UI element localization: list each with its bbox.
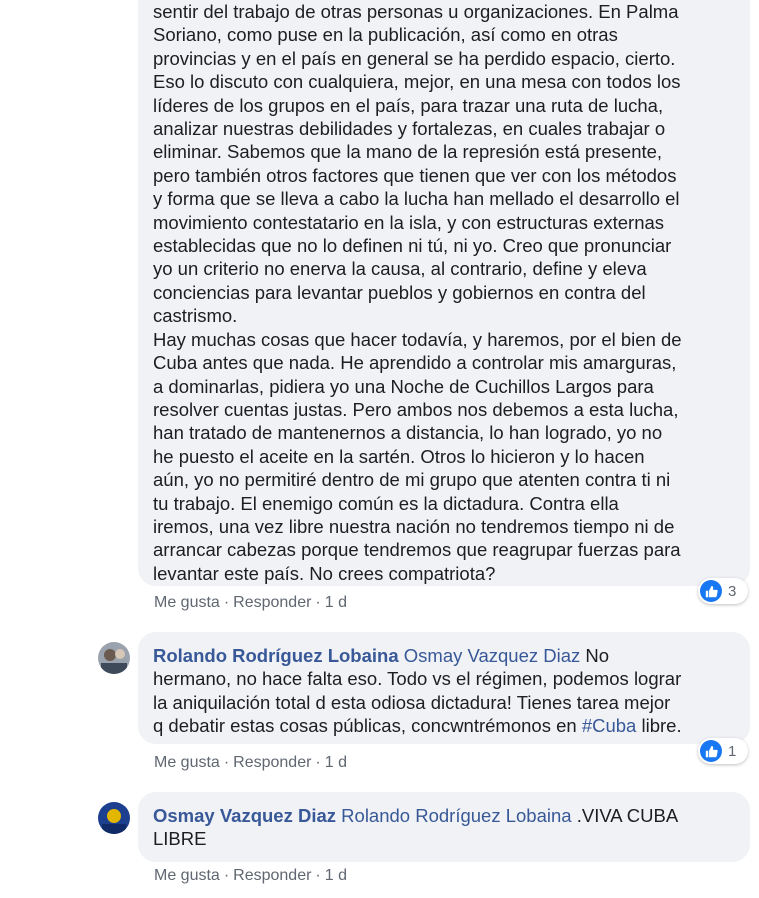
reply-link[interactable]: Responder xyxy=(233,594,311,611)
comment-author[interactable]: Osmay Vazquez Diaz xyxy=(153,805,336,826)
like-link[interactable]: Me gusta xyxy=(154,754,220,771)
separator: · xyxy=(315,867,321,884)
separator: · xyxy=(223,754,230,771)
timestamp[interactable]: 1 d xyxy=(325,754,347,771)
like-link[interactable]: Me gusta xyxy=(154,867,220,884)
comment-bubble: Osmay Vazquez Diaz Rolando Rodríguez Lob… xyxy=(138,792,750,862)
reaction-count: 3 xyxy=(728,582,737,600)
comment-bubble: Rolando Rodríguez Lobaina Osmay Vazquez … xyxy=(138,632,750,744)
separator: · xyxy=(315,594,321,611)
comment-text-end: libre. xyxy=(636,715,682,737)
user-avatar[interactable] xyxy=(98,802,130,834)
reaction-count: 1 xyxy=(728,742,737,760)
timestamp[interactable]: 1 d xyxy=(325,867,347,884)
reply-link[interactable]: Responder xyxy=(233,867,311,884)
separator: · xyxy=(223,594,230,611)
comment-actions: Me gusta · Responder · 1 d xyxy=(154,594,347,612)
thumbs-up-icon xyxy=(700,740,722,762)
timestamp[interactable]: 1 d xyxy=(325,594,347,611)
comment-text: sentir del trabajo de otras personas u o… xyxy=(153,1,682,584)
reaction-count-badge[interactable]: 3 xyxy=(698,578,748,604)
mention-link[interactable]: Rolando Rodríguez Lobaina xyxy=(341,805,571,826)
comment-actions: Me gusta · Responder · 1 d xyxy=(154,867,347,885)
comment-bubble: sentir del trabajo de otras personas u o… xyxy=(138,0,750,586)
reaction-count-badge[interactable]: 1 xyxy=(698,738,748,764)
comment-author[interactable]: Rolando Rodríguez Lobaina xyxy=(153,645,399,666)
hashtag-link[interactable]: #Cuba xyxy=(582,715,637,736)
user-avatar[interactable] xyxy=(98,642,130,674)
mention-link[interactable]: Osmay Vazquez Diaz xyxy=(404,645,581,666)
like-link[interactable]: Me gusta xyxy=(154,594,220,611)
thumbs-up-icon xyxy=(700,580,722,602)
separator: · xyxy=(223,867,230,884)
reply-link[interactable]: Responder xyxy=(233,754,311,771)
separator: · xyxy=(315,754,321,771)
comment-actions: Me gusta · Responder · 1 d xyxy=(154,754,347,772)
